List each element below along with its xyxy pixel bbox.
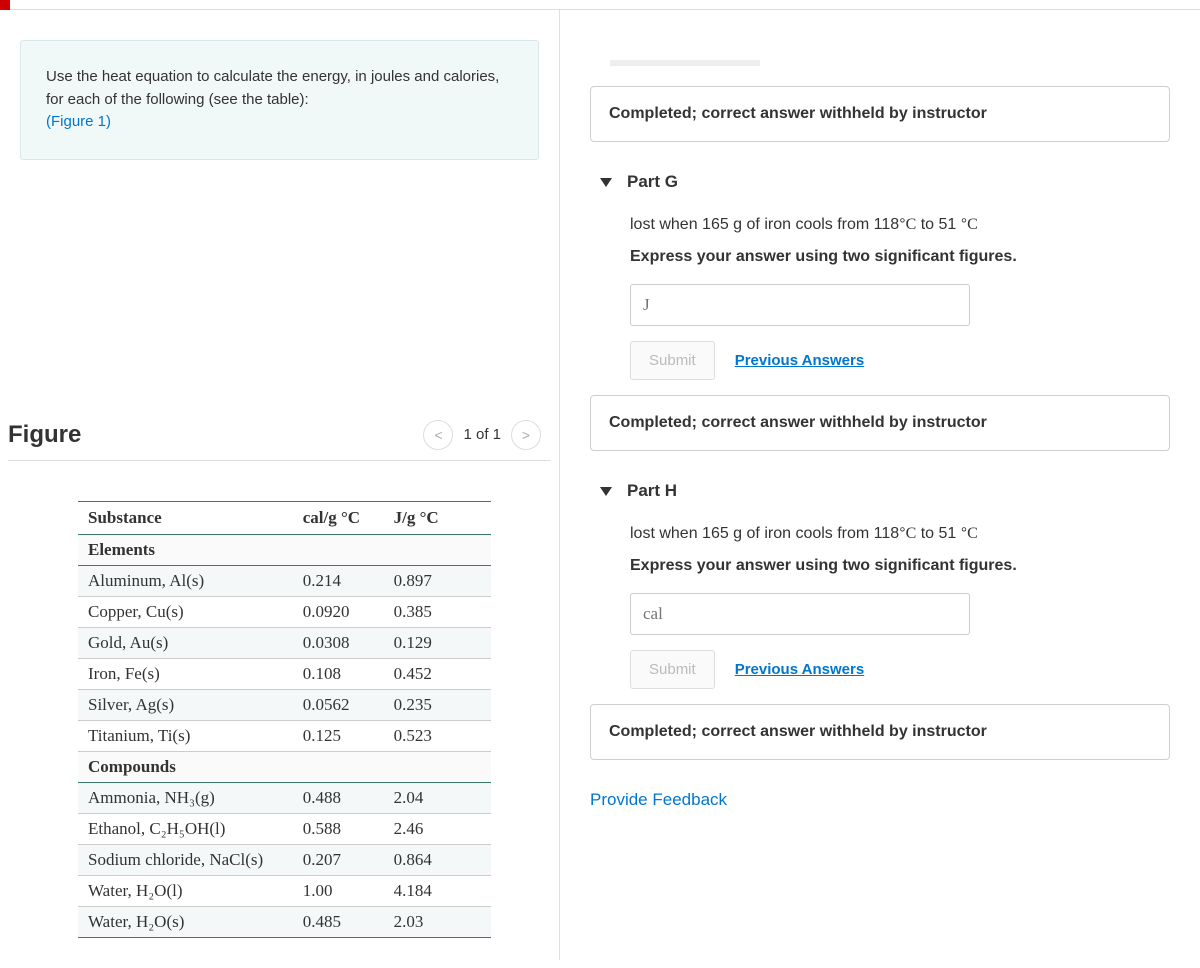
part-h-block: Part H lost when 165 g of iron cools fro… — [590, 481, 1170, 760]
part-g-instr: Express your answer using two significan… — [630, 244, 1170, 270]
caret-down-icon — [600, 487, 612, 496]
specific-heat-table: Substance cal/g °C J/g °C Elements Alumi… — [78, 501, 491, 938]
table-row: Copper, Cu(s)0.09200.385 — [78, 596, 491, 627]
part-h-header[interactable]: Part H — [590, 481, 1170, 501]
th-substance: Substance — [78, 501, 293, 534]
part-h-previous-answers-link[interactable]: Previous Answers — [735, 661, 865, 678]
part-h-answer-input[interactable] — [630, 593, 970, 635]
top-bar — [0, 0, 1200, 10]
th-cal: cal/g °C — [293, 501, 384, 534]
figure-next-button[interactable]: > — [511, 420, 541, 450]
provide-feedback-link[interactable]: Provide Feedback — [590, 790, 1170, 810]
figure-section: Figure < 1 of 1 > Substance cal/g °C J/g… — [0, 420, 559, 938]
progress-indicator — [610, 60, 760, 66]
table-row: Ethanol, C₂H₅OH(l)0.5882.46 — [78, 813, 491, 844]
part-g-submit-button[interactable]: Submit — [630, 341, 715, 380]
right-pane: Completed; correct answer withheld by in… — [560, 10, 1200, 960]
table-row: Water, H₂O(l)1.004.184 — [78, 875, 491, 906]
table-row: Gold, Au(s)0.03080.129 — [78, 627, 491, 658]
table-row: Silver, Ag(s)0.05620.235 — [78, 689, 491, 720]
table-row: Iron, Fe(s)0.1080.452 — [78, 658, 491, 689]
section-compounds: Compounds — [78, 751, 491, 782]
table-row: Water, H₂O(s)0.4852.03 — [78, 906, 491, 937]
instruction-box: Use the heat equation to calculate the e… — [20, 40, 539, 160]
part-g-block: Part G lost when 165 g of iron cools fro… — [590, 172, 1170, 451]
table-row: Titanium, Ti(s)0.1250.523 — [78, 720, 491, 751]
figure-link[interactable]: (Figure 1) — [46, 113, 111, 130]
section-elements: Elements — [78, 534, 491, 565]
figure-prev-button[interactable]: < — [423, 420, 453, 450]
table-row: Sodium chloride, NaCl(s)0.2070.864 — [78, 844, 491, 875]
part-g-question: lost when 165 g of iron cools from 118°C… — [630, 212, 1170, 269]
part-h-title: Part H — [627, 481, 677, 501]
part-g-previous-answers-link[interactable]: Previous Answers — [735, 352, 865, 369]
completed-box-h: Completed; correct answer withheld by in… — [590, 704, 1170, 760]
left-pane: Use the heat equation to calculate the e… — [0, 10, 560, 960]
table-row: Ammonia, NH₃(g)0.4882.04 — [78, 782, 491, 813]
part-h-instr: Express your answer using two significan… — [630, 553, 1170, 579]
part-h-submit-button[interactable]: Submit — [630, 650, 715, 689]
figure-title: Figure — [8, 421, 81, 449]
part-g-title: Part G — [627, 172, 678, 192]
caret-down-icon — [600, 178, 612, 187]
figure-nav-count: 1 of 1 — [459, 426, 505, 443]
part-g-answer-input[interactable] — [630, 284, 970, 326]
completed-box-g: Completed; correct answer withheld by in… — [590, 395, 1170, 451]
th-j: J/g °C — [384, 501, 491, 534]
instruction-text: Use the heat equation to calculate the e… — [46, 68, 499, 108]
part-g-header[interactable]: Part G — [590, 172, 1170, 192]
table-row: Aluminum, Al(s)0.2140.897 — [78, 565, 491, 596]
completed-box-top: Completed; correct answer withheld by in… — [590, 86, 1170, 142]
part-h-question: lost when 165 g of iron cools from 118°C… — [630, 521, 1170, 578]
